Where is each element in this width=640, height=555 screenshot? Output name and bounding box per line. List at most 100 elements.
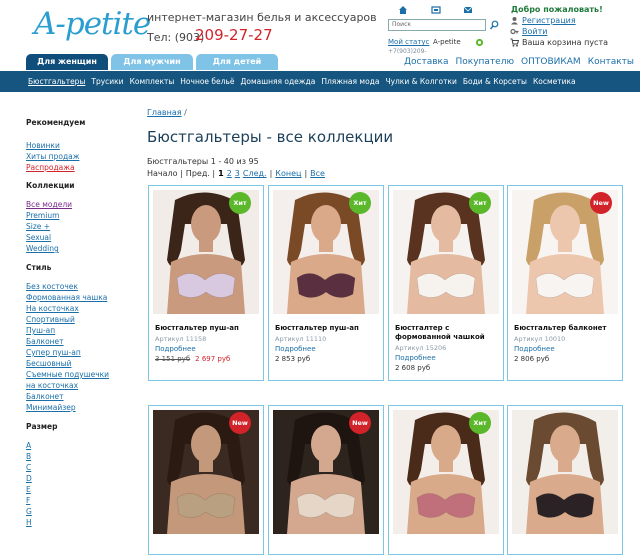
filter-style[interactable]: Супер пуш-ап bbox=[26, 347, 138, 358]
cat-bras[interactable]: Бюстгальтеры bbox=[28, 77, 85, 86]
cart-status[interactable]: Ваша корзина пуста bbox=[522, 38, 608, 47]
tab-men[interactable]: Для мужчин bbox=[111, 54, 193, 70]
site-logo[interactable]: A-petite bbox=[34, 6, 151, 42]
product-card[interactable]: Хит Бюстгальтер пуш-ап Артикул 11158 Подроб… bbox=[148, 185, 264, 381]
filter-style[interactable]: Балконет bbox=[26, 391, 138, 402]
filter-wedding[interactable]: Wedding bbox=[26, 243, 138, 254]
product-price-row: 2 806 руб bbox=[514, 355, 549, 363]
product-details-link[interactable]: Подробнее bbox=[514, 345, 555, 353]
home-icon[interactable] bbox=[398, 5, 408, 15]
login-link[interactable]: Войти bbox=[522, 27, 547, 36]
product-badge: Хит bbox=[469, 192, 491, 214]
filter-style[interactable]: Минимайзер bbox=[26, 402, 138, 413]
cat-homewear[interactable]: Домашняя одежда bbox=[241, 77, 316, 86]
filter-size[interactable]: B bbox=[26, 451, 138, 462]
collections-heading: Коллекции bbox=[26, 181, 75, 190]
filter-size-plus[interactable]: Size + bbox=[26, 221, 138, 232]
recommend-heading: Рекомендуем bbox=[26, 118, 86, 127]
cat-beachwear[interactable]: Пляжная мода bbox=[321, 77, 379, 86]
breadcrumb-home[interactable]: Главная bbox=[147, 108, 182, 117]
filter-style[interactable]: Формованная чашка bbox=[26, 292, 138, 303]
breadcrumb-separator: / bbox=[184, 108, 187, 117]
product-name[interactable]: Бюстгальтер балконет bbox=[514, 324, 620, 333]
header-icons bbox=[398, 5, 473, 15]
buyer-link[interactable]: Покупателю bbox=[456, 57, 515, 67]
my-status-link[interactable]: Мой статус bbox=[388, 38, 429, 46]
filter-style[interactable]: Без косточек bbox=[26, 281, 138, 292]
filter-sexual[interactable]: Sexual bbox=[26, 232, 138, 243]
category-nav: Бюстгальтеры Трусики Комплекты Ночное бе… bbox=[0, 71, 640, 92]
filter-style[interactable]: Съемные подушечки bbox=[26, 369, 138, 380]
cat-panties[interactable]: Трусики bbox=[91, 77, 123, 86]
filter-style[interactable]: Пуш-ап bbox=[26, 325, 138, 336]
filter-style[interactable]: на косточках bbox=[26, 380, 138, 391]
filter-hits[interactable]: Хиты продаж bbox=[26, 151, 138, 162]
register-row[interactable]: Регистрация bbox=[510, 16, 576, 25]
product-details-link[interactable]: Подробнее bbox=[275, 345, 316, 353]
mail-icon[interactable] bbox=[463, 5, 473, 15]
search-input[interactable]: Поиск bbox=[388, 19, 486, 31]
tab-kids[interactable]: Для детей bbox=[196, 54, 278, 70]
pager-current: 1 bbox=[218, 169, 224, 178]
cat-nightwear[interactable]: Ночное бельё bbox=[180, 77, 234, 86]
key-icon bbox=[510, 28, 519, 35]
filter-size[interactable]: G bbox=[26, 506, 138, 517]
filter-size[interactable]: F bbox=[26, 495, 138, 506]
product-details-link[interactable]: Подробнее bbox=[395, 354, 436, 362]
product-card[interactable]: Хит Бюстгалтер с формованной чашкой Артику… bbox=[388, 185, 504, 381]
results-count: Бюстгальтеры 1 - 40 из 95 bbox=[147, 157, 259, 166]
pager-end[interactable]: Конец bbox=[275, 169, 301, 178]
product-card[interactable]: New Бюстгальтер балконет Артикул 10010 Подр… bbox=[507, 185, 623, 381]
filter-style[interactable]: Спортивный bbox=[26, 314, 138, 325]
sidebar-filters: Рекомендуем Новинки Хиты продаж Распрода… bbox=[26, 118, 138, 528]
product-name[interactable]: Бюстгальтер пуш-ап bbox=[275, 324, 381, 333]
product-price: 2 853 руб bbox=[275, 355, 311, 363]
filter-size[interactable]: C bbox=[26, 462, 138, 473]
sitemap-icon[interactable] bbox=[430, 5, 441, 15]
product-name[interactable]: Бюстгальтер пуш-ап bbox=[155, 324, 261, 333]
cat-sets[interactable]: Комплекты bbox=[130, 77, 175, 86]
login-row[interactable]: Войти bbox=[510, 27, 547, 36]
contacts-link[interactable]: Контакты bbox=[588, 57, 634, 67]
cat-stockings[interactable]: Чулки & Колготки bbox=[385, 77, 456, 86]
wholesale-link[interactable]: ОПТОВИКАМ bbox=[521, 57, 581, 67]
filter-style[interactable]: Бесшовный bbox=[26, 358, 138, 369]
delivery-link[interactable]: Доставка bbox=[404, 57, 449, 67]
pager-next[interactable]: След. bbox=[243, 169, 267, 178]
product-card[interactable]: Хит bbox=[388, 405, 504, 555]
filter-size[interactable]: D bbox=[26, 473, 138, 484]
product-card[interactable]: New bbox=[268, 405, 384, 555]
gender-tabs: Для женщин Для мужчин Для детей bbox=[26, 54, 278, 70]
tab-women[interactable]: Для женщин bbox=[26, 54, 108, 70]
filter-sale[interactable]: Распродажа bbox=[26, 162, 138, 173]
search-icon[interactable] bbox=[489, 19, 499, 31]
filter-all-models[interactable]: Все модели bbox=[26, 199, 138, 210]
product-card[interactable] bbox=[507, 405, 623, 555]
filter-size[interactable]: A bbox=[26, 440, 138, 451]
product-details-link[interactable]: Подробнее bbox=[155, 345, 196, 353]
style-heading: Стиль bbox=[26, 263, 52, 272]
product-name[interactable]: Бюстгалтер с формованной чашкой bbox=[395, 324, 501, 342]
filter-style[interactable]: Балконет bbox=[26, 336, 138, 347]
status-icon bbox=[475, 38, 484, 47]
cat-bodies[interactable]: Боди & Корсеты bbox=[463, 77, 527, 86]
cart-row[interactable]: Ваша корзина пуста bbox=[510, 38, 608, 47]
filter-new[interactable]: Новинки bbox=[26, 140, 138, 151]
product-badge: Хит bbox=[469, 412, 491, 434]
pager-all[interactable]: Все bbox=[310, 169, 325, 178]
filter-size[interactable]: H bbox=[26, 517, 138, 528]
filter-premium[interactable]: Premium bbox=[26, 210, 138, 221]
top-links: Доставка Покупателю ОПТОВИКАМ Контакты bbox=[404, 57, 634, 67]
pager-prev: Пред. | bbox=[185, 169, 216, 178]
register-link[interactable]: Регистрация bbox=[522, 16, 576, 25]
cat-cosmetics[interactable]: Косметика bbox=[533, 77, 576, 86]
pager-page-2[interactable]: 2 bbox=[227, 169, 232, 178]
filter-size[interactable]: E bbox=[26, 484, 138, 495]
filter-style[interactable]: На косточках bbox=[26, 303, 138, 314]
product-card[interactable]: Хит Бюстгальтер пуш-ап Артикул 11110 Подроб… bbox=[268, 185, 384, 381]
product-image[interactable] bbox=[512, 410, 618, 534]
product-card[interactable]: New bbox=[148, 405, 264, 555]
pager-page-3[interactable]: 3 bbox=[235, 169, 240, 178]
product-price-row: 2 853 руб bbox=[275, 355, 310, 363]
product-sku: Артикул 15206 bbox=[395, 344, 447, 352]
